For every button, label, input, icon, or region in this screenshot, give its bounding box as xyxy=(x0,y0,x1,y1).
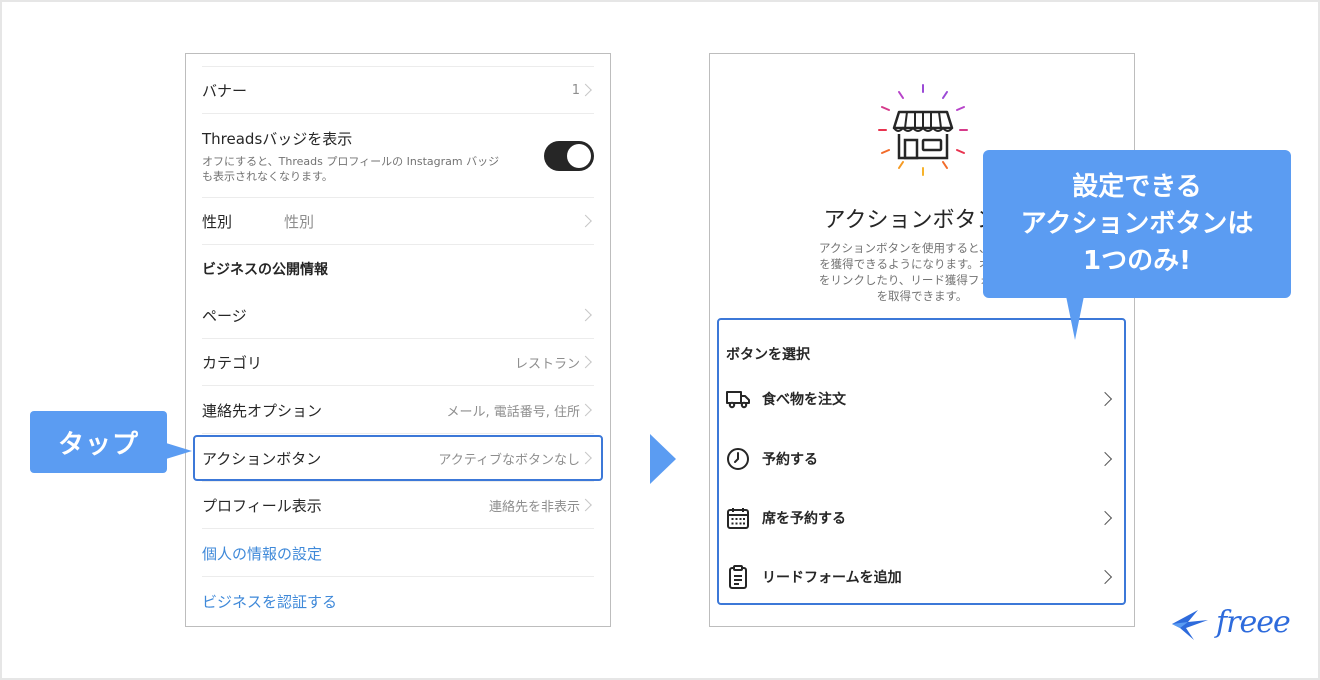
note-line-1: 設定できる xyxy=(1072,171,1202,202)
logo-wordmark: freee xyxy=(1216,604,1291,640)
banner-row[interactable]: バナー 1 xyxy=(202,67,594,114)
verify-business-label: ビジネスを認証する xyxy=(202,593,338,611)
next-step-arrow-icon xyxy=(650,434,676,484)
chevron-right-icon xyxy=(579,498,592,512)
threads-badge-row: Threadsバッジを表示 オフにすると、Threads プロフィールの Ins… xyxy=(202,114,594,198)
note-line-3: 1つのみ! xyxy=(1083,245,1191,276)
profile-display-row[interactable]: プロフィール表示 連絡先を非表示 xyxy=(202,482,594,529)
tap-callout: タップ xyxy=(30,411,167,473)
personal-info-label: 個人の情報の設定 xyxy=(202,544,323,563)
page-row[interactable]: ページ xyxy=(202,292,594,339)
verify-business-link[interactable]: ビジネスを認証する xyxy=(202,578,594,625)
profile-settings-screen: バナー 1 Threadsバッジを表示 オフにすると、Threads プロフィー… xyxy=(185,53,611,627)
storefront-icon xyxy=(878,84,968,176)
gender-value: 性別 xyxy=(284,212,315,231)
action-button-highlight xyxy=(193,435,603,481)
page-label: ページ xyxy=(202,306,247,325)
chevron-right-icon xyxy=(579,214,592,228)
threads-badge-description: オフにすると、Threads プロフィールの Instagram バッジ も表示… xyxy=(202,155,500,183)
chevron-right-icon xyxy=(579,403,592,417)
note-callout-pointer xyxy=(1066,296,1084,340)
tap-callout-pointer xyxy=(166,443,192,459)
note-callout: 設定できる アクションボタンは 1つのみ! xyxy=(983,150,1291,298)
contact-options-row[interactable]: 連絡先オプション メール, 電話番号, 住所 xyxy=(202,387,594,434)
category-row[interactable]: カテゴリ レストラン xyxy=(202,339,594,386)
tap-callout-text: タップ xyxy=(57,429,139,460)
chevron-right-icon xyxy=(579,355,592,369)
profile-display-value: 連絡先を非表示 xyxy=(488,499,580,515)
banner-label: バナー xyxy=(202,81,248,100)
chevron-right-icon xyxy=(579,83,592,97)
threads-badge-title: Threadsバッジを表示 xyxy=(202,130,353,148)
note-line-2: アクションボタンは xyxy=(1020,208,1254,239)
business-info-section-header: ビジネスの公開情報 xyxy=(202,245,594,292)
section-title: ビジネスの公開情報 xyxy=(202,261,328,278)
freee-logo: freee xyxy=(1168,600,1291,644)
threads-badge-toggle[interactable] xyxy=(544,141,594,171)
category-label: カテゴリ xyxy=(202,353,263,372)
chevron-right-icon xyxy=(579,308,592,322)
contact-options-label: 連絡先オプション xyxy=(202,401,323,420)
gender-row[interactable]: 性別 性別 xyxy=(202,198,594,245)
profile-display-label: プロフィール表示 xyxy=(202,496,322,515)
button-options-highlight xyxy=(717,318,1126,605)
gender-label: 性別 xyxy=(202,212,233,231)
personal-info-settings-link[interactable]: 個人の情報の設定 xyxy=(202,530,594,577)
category-value: レストラン xyxy=(514,356,580,372)
bird-logo-icon xyxy=(1172,610,1208,640)
contact-options-value: メール, 電話番号, 住所 xyxy=(446,404,580,420)
